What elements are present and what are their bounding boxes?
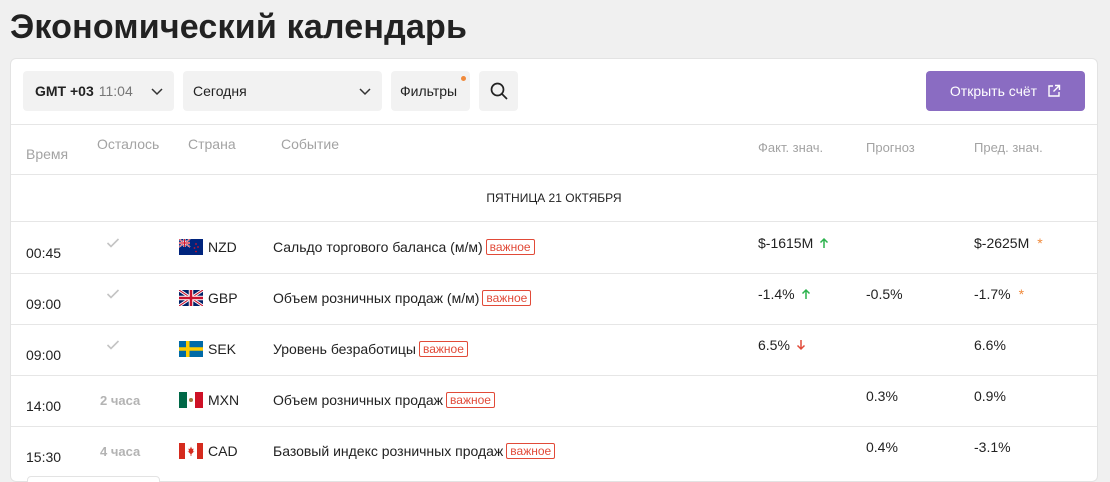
flag-se-icon [179,341,203,357]
event-title: Сальдо торгового баланса (м/м) [273,239,483,255]
importance-badge: важное [446,392,495,408]
event-name[interactable]: Сальдо торгового баланса (м/м) важное [273,239,535,255]
event-time: 09:00 [26,347,62,363]
open-account-label: Открыть счёт [949,83,1038,99]
date-select[interactable]: Сегодня [183,71,382,111]
event-time-left: 4 часа [100,444,141,459]
calendar-card: GMT +03 11:04 Сегодня Фильтры Открыть сч… [10,58,1098,482]
event-time: 14:00 [26,398,62,414]
event-forecast: 0.4% [866,439,898,455]
event-country: GBP [179,290,238,306]
event-title: Базовый индекс розничных продаж [273,443,504,459]
event-country: NZD [179,239,237,255]
event-actual-value: -1.4% [758,286,795,302]
event-previous: 6.6% * [974,337,1006,353]
table-header: Время Осталось Страна Событие Факт. знач… [11,125,1097,175]
table-row[interactable]: 14:00 2 часа MXN Объем розничных продаж … [11,376,1097,427]
event-currency: SEK [208,341,237,357]
event-currency: MXN [208,392,240,408]
external-link-icon [1048,84,1061,97]
event-currency: GBP [208,290,238,306]
revised-asterisk-icon: * [1037,235,1043,251]
event-currency: CAD [208,443,238,459]
event-previous: 0.9% * [974,388,1006,404]
event-forecast: 0.3% [866,388,898,404]
event-country: MXN [179,392,239,408]
timezone-select[interactable]: GMT +03 11:04 [23,71,174,111]
event-previous-value: 0.9% [974,388,1006,404]
chevron-down-icon [151,88,163,96]
event-previous-value: $-2625M [974,235,1030,251]
importance-badge: важное [506,443,556,459]
column-header-forecast[interactable]: Прогноз [866,140,915,155]
event-previous-value: -3.1% [974,439,1011,455]
event-name[interactable]: Объем розничных продаж важное [273,392,495,408]
column-header-event[interactable]: Событие [281,136,339,152]
table-row[interactable]: 00:45 NZD Сальдо торгового баланса (м/м)… [11,223,1097,274]
event-previous: -1.7% * [974,286,1024,302]
check-icon [106,289,120,299]
event-title: Объем розничных продаж [273,392,444,408]
column-header-previous[interactable]: Пред. знач. [974,140,1043,155]
search-button[interactable] [479,71,518,111]
filters-button[interactable]: Фильтры [391,71,470,111]
toolbar: GMT +03 11:04 Сегодня Фильтры Открыть сч… [11,59,1097,125]
flag-nz-icon [179,239,203,255]
chevron-down-icon [359,88,371,96]
event-time: 09:00 [26,296,62,312]
page-title: Экономический календарь [10,8,468,46]
table-row[interactable]: 09:00 GBP Объем розничных продаж (м/м) в… [11,274,1097,325]
event-time: 00:45 [26,245,62,261]
event-title: Объем розничных продаж (м/м) [273,290,480,306]
timezone-time: 11:04 [98,83,133,99]
flag-gb-icon [179,290,203,306]
open-account-button[interactable]: Открыть счёт [926,71,1085,111]
event-country: SEK [179,341,236,357]
event-country: CAD [179,443,238,459]
bottom-tab [27,476,160,482]
event-title: Уровень безработицы [273,341,416,357]
event-actual: $-1615M [758,235,829,251]
table-row[interactable]: 09:00 SEK Уровень безработицы важное 6.5… [11,325,1097,376]
event-currency: NZD [208,239,237,255]
flag-mx-icon [179,392,203,408]
check-icon [106,238,120,248]
event-previous-value: 6.6% [974,337,1006,353]
arrow-down-icon [796,340,805,351]
flag-ca-icon [179,443,203,459]
event-previous: $-2625M * [974,235,1043,251]
check-icon [106,340,120,350]
filters-label: Фильтры [400,83,458,99]
event-actual-value: 6.5% [758,337,790,353]
search-icon [490,82,508,100]
column-header-left[interactable]: Осталось [97,136,159,152]
filters-indicator-dot [461,76,466,81]
column-header-actual[interactable]: Факт. знач. [758,140,823,155]
date-select-value: Сегодня [193,83,247,99]
event-previous: -3.1% * [974,439,1011,455]
arrow-up-icon [801,288,810,299]
column-header-time[interactable]: Время [26,146,68,162]
importance-badge: важное [485,239,535,255]
timezone-label: GMT +03 [35,83,94,99]
event-name[interactable]: Базовый индекс розничных продаж важное [273,443,556,459]
event-name[interactable]: Объем розничных продаж (м/м) важное [273,290,532,306]
table-row[interactable]: 15:30 4 часа CAD Базовый индекс розничны… [11,427,1097,478]
event-time-left: 2 часа [100,393,141,408]
event-name[interactable]: Уровень безработицы важное [273,341,468,357]
event-actual: -1.4% [758,286,811,302]
day-header-label: ПЯТНИЦА 21 ОКТЯБРЯ [486,191,622,205]
column-header-country[interactable]: Страна [188,136,236,152]
importance-badge: важное [482,290,532,306]
event-forecast: -0.5% [866,286,903,302]
event-actual-value: $-1615M [758,235,814,251]
event-previous-value: -1.7% [974,286,1011,302]
importance-badge: важное [418,341,468,357]
day-header: ПЯТНИЦА 21 ОКТЯБРЯ [11,175,1097,222]
revised-asterisk-icon: * [1018,286,1025,302]
arrow-up-icon [820,237,829,248]
event-time: 15:30 [26,449,62,465]
event-actual: 6.5% [758,337,806,353]
